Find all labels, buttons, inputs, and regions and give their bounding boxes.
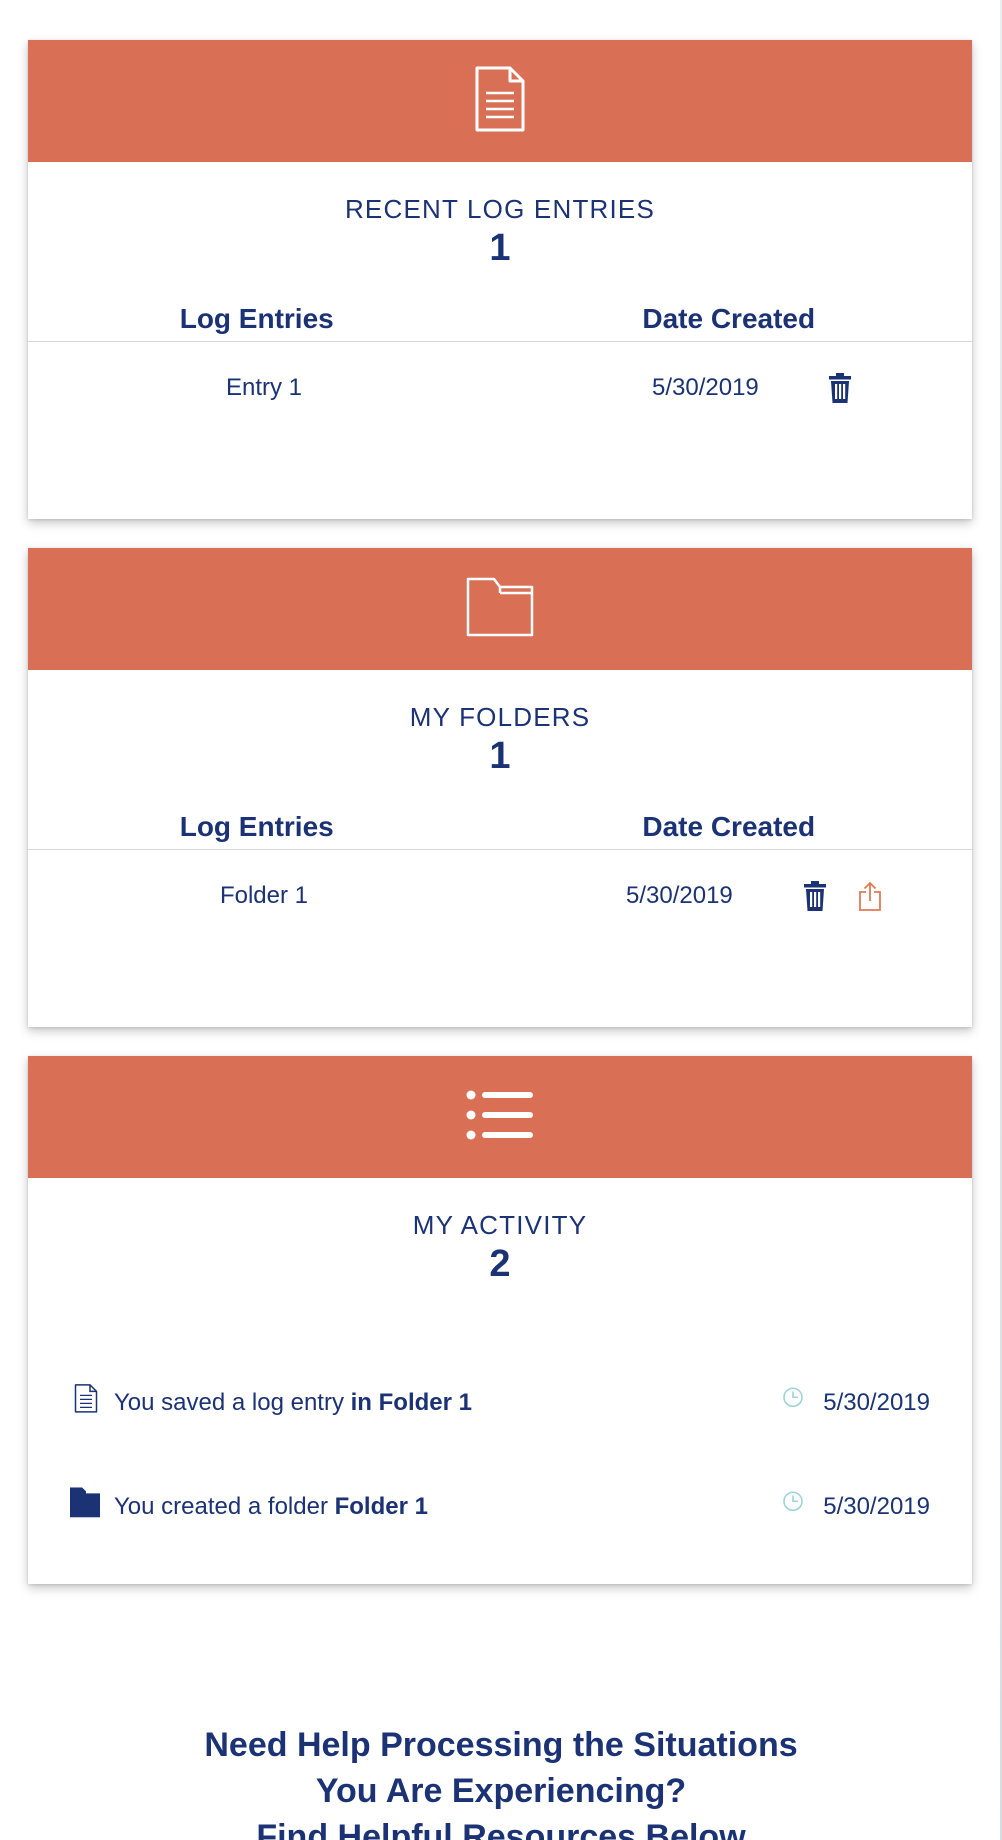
card-count: 1 — [489, 735, 511, 777]
document-icon — [474, 65, 526, 138]
help-heading-line-1: Need Help Processing the Situations — [204, 1726, 798, 1764]
entry-name[interactable]: Entry 1 — [28, 374, 500, 402]
activity-description: You saved a log entry — [114, 1389, 351, 1416]
table-header: Log Entries Date Created — [28, 298, 972, 342]
activity-date: 5/30/2019 — [823, 1389, 930, 1416]
activity-description: You created a folder — [114, 1493, 335, 1520]
activity-target-link[interactable]: Folder 1 — [335, 1493, 428, 1520]
help-heading-line-2: You Are Experiencing? — [315, 1772, 687, 1810]
card-title: RECENT LOG ENTRIES — [344, 194, 656, 224]
recent-log-entries-header — [28, 40, 972, 162]
folder-icon — [466, 577, 534, 642]
clock-icon — [782, 1386, 804, 1413]
folder-filled-icon — [70, 1487, 100, 1522]
help-heading-line-3: Find Helpful Resources Below — [256, 1818, 746, 1840]
recent-log-entries-card: RECENT LOG ENTRIES 1 Log Entries Date Cr… — [28, 40, 972, 519]
activity-item[interactable]: You created a folder Folder 1 5/30/2019 — [28, 1487, 972, 1527]
table-row[interactable]: Entry 1 5/30/2019 — [28, 342, 972, 434]
my-activity-card: MY ACTIVITY 2 You saved a log entry in F… — [28, 1056, 972, 1584]
my-folders-card: MY FOLDERS 1 Log Entries Date Created Fo… — [28, 548, 972, 1027]
trash-icon[interactable] — [828, 373, 852, 403]
my-folders-header — [28, 548, 972, 670]
card-count: 1 — [489, 227, 511, 269]
share-icon[interactable] — [858, 881, 882, 911]
column-header-date-created: Date Created — [642, 811, 816, 842]
trash-icon[interactable] — [803, 881, 827, 911]
clock-icon — [782, 1490, 804, 1517]
column-header-log-entries: Log Entries — [179, 811, 334, 842]
activity-item[interactable]: You saved a log entry in Folder 1 5/30/2… — [28, 1383, 972, 1423]
activity-target-link[interactable]: in Folder 1 — [351, 1389, 472, 1416]
activity-date: 5/30/2019 — [823, 1493, 930, 1520]
card-count: 2 — [489, 1243, 511, 1285]
folder-name[interactable]: Folder 1 — [28, 882, 500, 910]
card-title: MY ACTIVITY — [412, 1210, 588, 1240]
column-header-date-created: Date Created — [642, 303, 816, 334]
entry-date: 5/30/2019 — [652, 374, 759, 401]
my-activity-header — [28, 1056, 972, 1178]
column-header-log-entries: Log Entries — [179, 303, 334, 334]
card-title: MY FOLDERS — [409, 702, 591, 732]
table-row[interactable]: Folder 1 5/30/2019 — [28, 850, 972, 942]
help-heading: Need Help Processing the Situations You … — [0, 1722, 1002, 1840]
activity-text: You created a folder Folder 1 — [114, 1493, 428, 1521]
activity-text: You saved a log entry in Folder 1 — [114, 1389, 472, 1417]
list-icon — [466, 1089, 534, 1146]
table-header: Log Entries Date Created — [28, 806, 972, 850]
document-icon — [74, 1383, 98, 1418]
folder-date: 5/30/2019 — [626, 882, 733, 909]
